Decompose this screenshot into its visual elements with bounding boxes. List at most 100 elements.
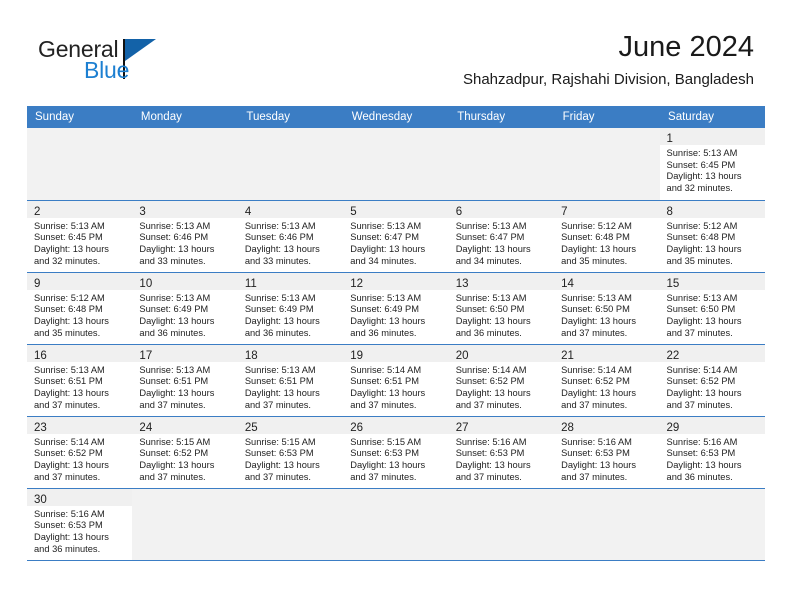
day-detail-block: Sunrise: 5:13 AM Sunset: 6:51 PM Daylight:… [27, 362, 132, 412]
sunrise-text: Sunrise: 5:13 AM [455, 292, 527, 303]
calendar-day-cell[interactable]: 4 Sunrise: 5:13 AM Sunset: 6:46 PM Daylight… [237, 200, 344, 273]
day-number: 20 [455, 349, 469, 362]
calendar-day-cell[interactable]: 13 Sunrise: 5:13 AM Sunset: 6:50 PM Dayligh… [448, 272, 555, 345]
calendar-day-cell[interactable]: 16 Sunrise: 5:13 AM Sunset: 6:51 PM Dayligh… [27, 344, 133, 417]
calendar-day-cell[interactable]: 3 Sunrise: 5:13 AM Sunset: 6:46 PM Daylight… [132, 200, 238, 273]
day-number-bar: 1 [659, 128, 765, 145]
sunset-text: Sunset: 6:52 PM [139, 448, 209, 459]
calendar-day-cell[interactable]: 23 Sunrise: 5:14 AM Sunset: 6:52 PM Dayligh… [27, 416, 133, 489]
calendar-day-cell[interactable]: 11 Sunrise: 5:13 AM Sunset: 6:49 PM Dayligh… [237, 272, 344, 345]
sunrise-text: Sunrise: 5:14 AM [561, 364, 632, 375]
calendar-cell-empty [132, 128, 238, 201]
sunrise-text: Sunrise: 5:15 AM [244, 436, 316, 447]
daylight-text-line1: Daylight: 13 hours [350, 243, 426, 254]
day-number-bar: 2 [27, 200, 133, 218]
calendar-cell-empty [237, 488, 344, 561]
day-number: 8 [666, 205, 673, 218]
calendar-container: Sunday Monday Tuesday Wednesday Thursday… [27, 106, 766, 561]
sunset-text: Sunset: 6:45 PM [666, 159, 736, 170]
calendar-day-cell[interactable]: 21 Sunrise: 5:14 AM Sunset: 6:52 PM Dayligh… [554, 344, 660, 417]
day-detail-block: Sunrise: 5:13 AM Sunset: 6:46 PM Daylight:… [132, 218, 237, 268]
sunset-text: Sunset: 6:53 PM [666, 448, 736, 459]
calendar-day-cell[interactable]: 1 Sunrise: 5:13 AM Sunset: 6:45 PM Daylight… [659, 128, 765, 201]
calendar-day-cell[interactable]: 7 Sunrise: 5:12 AM Sunset: 6:48 PM Daylight… [554, 200, 660, 273]
calendar-day-cell[interactable]: 10 Sunrise: 5:13 AM Sunset: 6:49 PM Dayligh… [132, 272, 238, 345]
day-number-bar: 12 [343, 272, 449, 290]
calendar-day-cell[interactable]: 25 Sunrise: 5:15 AM Sunset: 6:53 PM Dayligh… [237, 416, 344, 489]
calendar-day-cell[interactable]: 14 Sunrise: 5:13 AM Sunset: 6:50 PM Dayligh… [554, 272, 660, 345]
sunset-text: Sunset: 6:50 PM [561, 304, 630, 315]
calendar-day-cell[interactable]: 9 Sunrise: 5:12 AM Sunset: 6:48 PM Daylight… [27, 272, 133, 345]
sunset-text: Sunset: 6:53 PM [244, 448, 314, 459]
calendar-day-cell[interactable]: 26 Sunrise: 5:15 AM Sunset: 6:53 PM Dayligh… [343, 416, 449, 489]
sunrise-text: Sunrise: 5:14 AM [666, 364, 738, 375]
day-number-bar: 10 [132, 272, 238, 290]
day-detail-block: Sunrise: 5:12 AM Sunset: 6:48 PM Daylight:… [554, 218, 659, 268]
daylight-text-line2: and 37 minutes. [561, 471, 628, 482]
daylight-text-line2: and 37 minutes. [139, 399, 206, 410]
calendar-day-cell[interactable]: 29 Sunrise: 5:16 AM Sunset: 6:53 PM Dayligh… [659, 416, 765, 489]
calendar-cell-empty [27, 128, 133, 201]
weekday-header-saturday: Saturday [659, 106, 766, 128]
day-number: 14 [561, 277, 574, 290]
day-number: 30 [34, 493, 47, 506]
daylight-text-line1: Daylight: 13 hours [455, 315, 531, 326]
sunset-text: Sunset: 6:53 PM [455, 448, 525, 459]
calendar-day-cell[interactable]: 15 Sunrise: 5:13 AM Sunset: 6:50 PM Dayligh… [659, 272, 765, 345]
calendar-day-cell[interactable]: 22 Sunrise: 5:14 AM Sunset: 6:52 PM Dayligh… [659, 344, 765, 417]
daylight-text-line1: Daylight: 13 hours [561, 243, 637, 254]
sunrise-text: Sunrise: 5:14 AM [34, 436, 105, 447]
calendar-cell-empty [132, 488, 238, 561]
page-header: General Blue June 2024 Shahzadpur, Rajsh… [0, 0, 792, 106]
sunset-text: Sunset: 6:52 PM [34, 448, 103, 459]
day-number: 9 [34, 277, 41, 290]
calendar-week-row: 2 Sunrise: 5:13 AM Sunset: 6:45 PM Daylight… [27, 200, 765, 273]
calendar-cell-empty [448, 488, 555, 561]
calendar-day-cell[interactable]: 24 Sunrise: 5:15 AM Sunset: 6:52 PM Dayligh… [132, 416, 238, 489]
daylight-text-line2: and 36 minutes. [34, 543, 101, 554]
calendar-day-cell[interactable]: 2 Sunrise: 5:13 AM Sunset: 6:45 PM Daylight… [27, 200, 133, 273]
sunset-text: Sunset: 6:53 PM [561, 448, 630, 459]
calendar-table: Sunday Monday Tuesday Wednesday Thursday… [27, 106, 766, 561]
calendar-page: General Blue June 2024 Shahzadpur, Rajsh… [0, 0, 792, 612]
day-number: 13 [455, 277, 469, 290]
day-number-bar: 9 [27, 272, 133, 290]
calendar-day-cell[interactable]: 19 Sunrise: 5:14 AM Sunset: 6:51 PM Dayligh… [343, 344, 449, 417]
day-number-bar: 3 [132, 200, 238, 218]
sunrise-text: Sunrise: 5:13 AM [350, 292, 422, 303]
calendar-day-cell[interactable]: 8 Sunrise: 5:12 AM Sunset: 6:48 PM Daylight… [659, 200, 765, 273]
general-blue-logo[interactable]: General Blue [38, 36, 158, 86]
day-number-bar: 21 [554, 344, 660, 362]
sunrise-text: Sunrise: 5:13 AM [139, 364, 211, 375]
sunset-text: Sunset: 6:49 PM [350, 304, 419, 315]
calendar-day-cell[interactable]: 30 Sunrise: 5:16 AM Sunset: 6:53 PM Dayligh… [27, 488, 133, 561]
weekday-header-monday: Monday [132, 106, 239, 128]
sunrise-text: Sunrise: 5:12 AM [561, 220, 632, 231]
day-number-bar: 22 [659, 344, 765, 362]
calendar-week-row: 9 Sunrise: 5:12 AM Sunset: 6:48 PM Daylight… [27, 272, 765, 345]
sunset-text: Sunset: 6:48 PM [34, 304, 103, 315]
day-number: 25 [244, 421, 258, 434]
calendar-day-cell[interactable]: 5 Sunrise: 5:13 AM Sunset: 6:47 PM Daylight… [343, 200, 449, 273]
daylight-text-line1: Daylight: 13 hours [666, 243, 742, 254]
calendar-day-cell[interactable]: 17 Sunrise: 5:13 AM Sunset: 6:51 PM Dayligh… [132, 344, 238, 417]
day-number: 2 [34, 205, 41, 218]
daylight-text-line2: and 36 minutes. [244, 327, 311, 338]
calendar-day-cell[interactable]: 12 Sunrise: 5:13 AM Sunset: 6:49 PM Dayligh… [343, 272, 449, 345]
calendar-day-cell[interactable]: 28 Sunrise: 5:16 AM Sunset: 6:53 PM Dayligh… [554, 416, 660, 489]
daylight-text-line2: and 37 minutes. [139, 471, 206, 482]
sunrise-text: Sunrise: 5:14 AM [455, 364, 527, 375]
sunrise-text: Sunrise: 5:14 AM [350, 364, 422, 375]
sunrise-text: Sunrise: 5:16 AM [561, 436, 632, 447]
calendar-day-cell[interactable]: 18 Sunrise: 5:13 AM Sunset: 6:51 PM Dayligh… [237, 344, 344, 417]
calendar-day-cell[interactable]: 20 Sunrise: 5:14 AM Sunset: 6:52 PM Dayligh… [448, 344, 555, 417]
calendar-day-cell[interactable]: 27 Sunrise: 5:16 AM Sunset: 6:53 PM Dayligh… [448, 416, 555, 489]
sunrise-text: Sunrise: 5:15 AM [139, 436, 211, 447]
daylight-text-line1: Daylight: 13 hours [244, 387, 320, 398]
sunrise-text: Sunrise: 5:13 AM [34, 364, 105, 375]
sunrise-text: Sunrise: 5:13 AM [139, 292, 211, 303]
calendar-day-cell[interactable]: 6 Sunrise: 5:13 AM Sunset: 6:47 PM Daylight… [448, 200, 555, 273]
day-detail-block: Sunrise: 5:13 AM Sunset: 6:45 PM Daylight:… [660, 145, 765, 195]
daylight-text-line2: and 35 minutes. [561, 255, 628, 266]
daylight-text-line2: and 36 minutes. [139, 327, 206, 338]
